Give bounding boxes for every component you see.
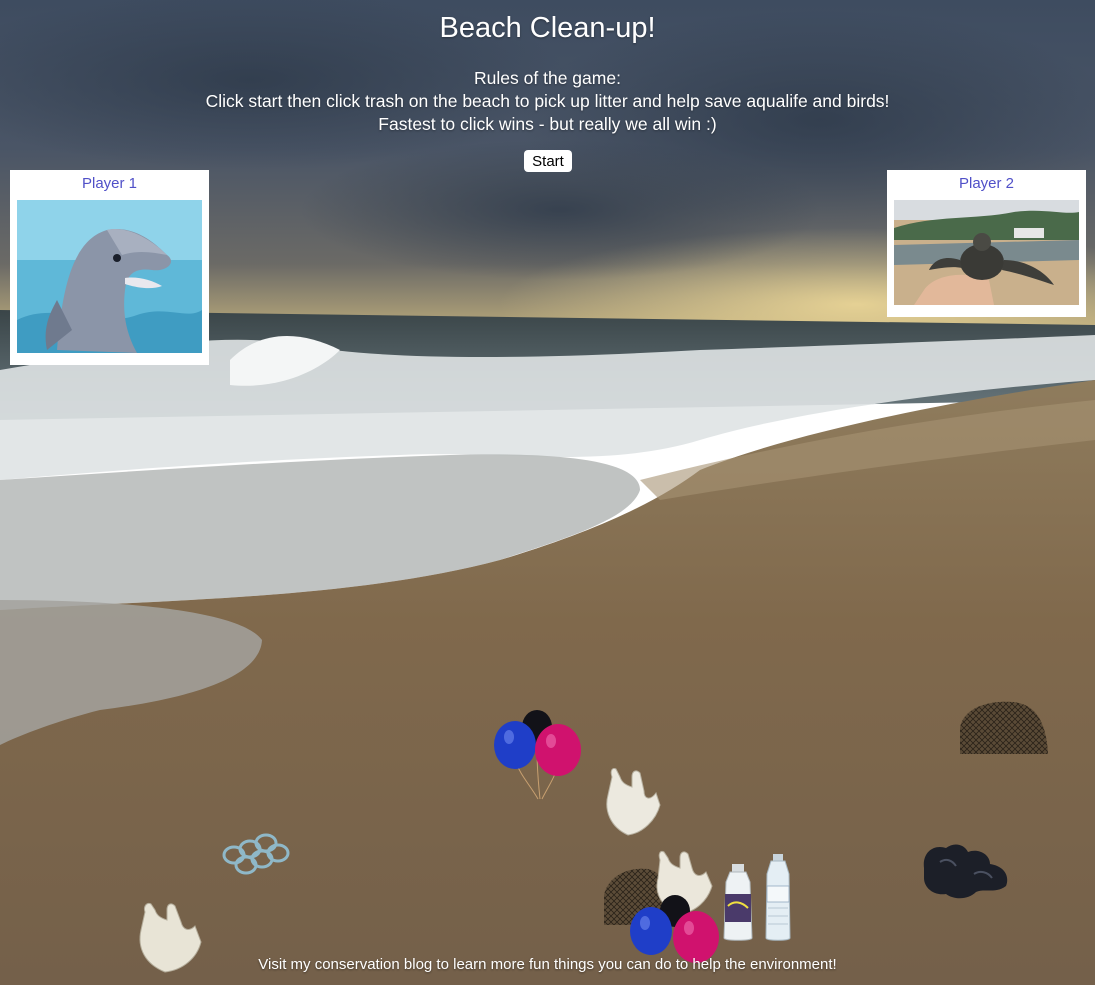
rules-heading: Rules of the game: (474, 68, 621, 88)
game-stage: Beach Clean-up! Rules of the game: Click… (0, 0, 1095, 985)
player-1-card: Player 1 (10, 170, 209, 365)
sea-turtle-avatar (894, 200, 1079, 305)
dolphin-avatar (17, 200, 202, 353)
rules-text: Rules of the game: Click start then clic… (0, 67, 1095, 136)
player-2-name: Player 2 (958, 175, 1015, 192)
balloons-trash-icon[interactable] (490, 705, 585, 800)
fishing-net-trash-icon[interactable] (958, 698, 1050, 756)
garbage-bag-trash-icon[interactable] (918, 838, 1012, 902)
footer-blog-link[interactable]: Visit my conservation blog to learn more… (0, 956, 1095, 973)
player-2-card: Player 2 (887, 170, 1086, 317)
water-bottle-trash-icon[interactable] (720, 862, 756, 942)
player-1-name: Player 1 (81, 175, 138, 192)
rules-line-2: Fastest to click wins - but really we al… (378, 114, 717, 134)
water-bottle-trash-icon[interactable] (762, 852, 794, 942)
six-pack-rings-trash-icon[interactable] (220, 825, 295, 880)
rules-line-1: Click start then click trash on the beac… (205, 91, 890, 111)
start-button[interactable]: Start (524, 150, 572, 172)
game-title: Beach Clean-up! (439, 12, 656, 44)
plastic-bag-trash-icon[interactable] (598, 765, 668, 837)
